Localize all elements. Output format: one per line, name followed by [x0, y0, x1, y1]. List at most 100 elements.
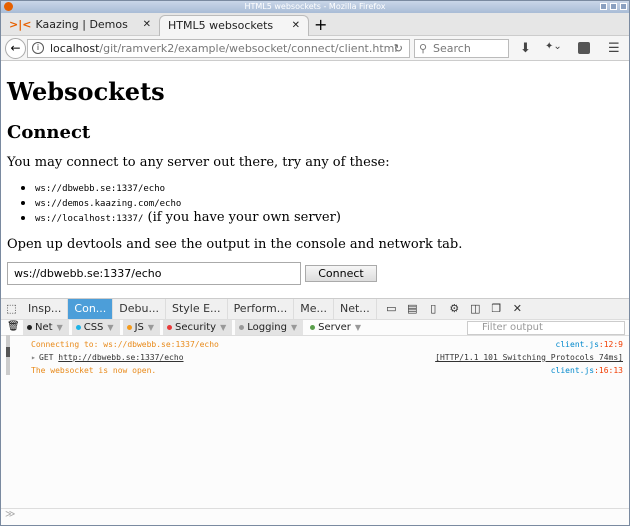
- tab-style-editor[interactable]: Style E...: [166, 299, 228, 319]
- search-input[interactable]: ⚲ Search: [414, 39, 509, 58]
- filter-logging[interactable]: Logging ▼: [235, 320, 304, 335]
- logging-dot-icon: [239, 325, 245, 330]
- tab-console[interactable]: Con...: [68, 299, 114, 319]
- url-bar[interactable]: i localhost/git/ramverk2/example/websocke…: [27, 39, 410, 58]
- new-tab-icon[interactable]: +: [314, 15, 327, 35]
- frame-select-icon[interactable]: ▭: [381, 299, 402, 319]
- server-note: (if you have your own server): [143, 210, 341, 225]
- tab-label: HTML5 websockets: [168, 19, 274, 32]
- expand-arrow-icon[interactable]: ▸: [31, 351, 36, 364]
- filter-label: Server: [318, 322, 351, 333]
- tab-performance[interactable]: Perform...: [228, 299, 295, 319]
- console-filter-bar: 🗑 Net ▼ CSS ▼ JS ▼ Security ▼ Logging ▼ Serve…: [1, 320, 629, 336]
- network-log-entry[interactable]: ▸ GET http://dbwebb.se:1337/echo [HTTP/1.1…: [1, 351, 629, 364]
- filter-output-input[interactable]: Filter output: [467, 321, 625, 335]
- tab-inspector[interactable]: Insp...: [22, 299, 69, 319]
- connect-button[interactable]: Connect: [305, 265, 377, 282]
- page-title: Websockets: [7, 77, 165, 106]
- filter-label: Net: [35, 322, 53, 333]
- chevron-down-icon: ▼: [290, 323, 298, 332]
- search-icon: ⚲: [419, 42, 428, 55]
- log-source-link[interactable]: client.js:16:13: [551, 364, 623, 377]
- maximize-icon[interactable]: [610, 3, 617, 10]
- page-content: Websockets Connect You may connect to an…: [1, 61, 629, 293]
- window-title: HTML5 websockets - Mozilla Firefox: [244, 2, 386, 11]
- log-entry: The websocket is now open. client.js:16:1…: [1, 364, 629, 377]
- firefox-logo-icon: [4, 2, 13, 11]
- tab-label: Kaazing | Demos: [35, 18, 128, 31]
- split-console-icon[interactable]: ▤: [402, 299, 423, 319]
- undock-icon[interactable]: ❐: [486, 299, 507, 319]
- filter-security[interactable]: Security ▼: [163, 320, 233, 335]
- tab-debugger[interactable]: Debu...: [113, 299, 166, 319]
- hint-text: Open up devtools and see the output in t…: [7, 237, 463, 252]
- request-status[interactable]: [HTTP/1.1 101 Switching Protocols 74ms]: [435, 351, 623, 364]
- responsive-mode-icon[interactable]: ▯: [423, 299, 444, 319]
- section-title: Connect: [7, 122, 91, 143]
- nav-bar: ← i localhost/git/ramverk2/example/websoc…: [1, 36, 629, 61]
- devtools-tabs: ⬚ Insp... Con... Debu... Style E... Perf…: [1, 299, 629, 320]
- filter-css[interactable]: CSS ▼: [71, 320, 120, 335]
- extension-icon[interactable]: ✦⌄: [545, 41, 562, 52]
- filter-placeholder: Filter output: [482, 322, 543, 333]
- log-message: The websocket is now open.: [31, 366, 157, 375]
- server-list: ws://dbwebb.se:1337/echo ws://demos.kaaz…: [35, 180, 623, 225]
- filter-label: Logging: [247, 322, 287, 333]
- server-dot-icon: [310, 325, 316, 330]
- filter-label: CSS: [83, 322, 104, 333]
- css-dot-icon: [75, 325, 81, 330]
- close-window-icon[interactable]: [620, 3, 627, 10]
- url-host: localhost: [50, 42, 100, 55]
- server-url: ws://demos.kaazing.com/echo: [35, 199, 182, 209]
- kaazing-favicon-icon: >|<: [9, 18, 32, 31]
- log-source-link[interactable]: client.js:12:9: [556, 338, 623, 351]
- log-message: Connecting to: ws://dbwebb.se:1337/echo: [31, 340, 219, 349]
- security-dot-icon: [167, 325, 173, 330]
- list-item: ws://localhost:1337/ (if you have your o…: [35, 210, 623, 225]
- list-item: ws://dbwebb.se:1337/echo: [35, 180, 623, 195]
- dock-side-icon[interactable]: ◫: [465, 299, 486, 319]
- filter-net[interactable]: Net ▼: [23, 320, 69, 335]
- filter-label: JS: [134, 322, 144, 333]
- filter-label: Security: [175, 322, 217, 333]
- filter-server[interactable]: Server ▼: [306, 320, 367, 335]
- gear-icon[interactable]: ⚙: [444, 299, 465, 319]
- prompt-icon: ≫: [5, 509, 16, 520]
- chevron-down-icon: ▼: [107, 323, 114, 332]
- close-tab-icon[interactable]: ✕: [143, 15, 151, 35]
- devtools-panel: ⬚ Insp... Con... Debu... Style E... Perf…: [1, 298, 629, 525]
- minimize-icon[interactable]: [600, 3, 607, 10]
- console-output: Connecting to: ws://dbwebb.se:1337/echo c…: [1, 336, 629, 377]
- chevron-down-icon: ▼: [147, 323, 155, 332]
- tab-bar: >|< Kaazing | Demos ✕ HTML5 websockets ✕ +: [1, 13, 629, 36]
- intro-text: You may connect to any server out there,…: [7, 155, 390, 170]
- js-dot-icon: [126, 325, 132, 330]
- chevron-down-icon: ▼: [354, 323, 362, 332]
- back-button[interactable]: ←: [5, 38, 26, 59]
- url-path: /git/ramverk2/example/websocket/connect/…: [99, 42, 398, 55]
- close-devtools-icon[interactable]: ✕: [507, 299, 528, 319]
- list-item: ws://demos.kaazing.com/echo: [35, 195, 623, 210]
- net-dot-icon: [27, 325, 32, 330]
- pick-element-icon[interactable]: ⬚: [1, 299, 22, 319]
- server-url: ws://localhost:1337/: [35, 214, 144, 224]
- devtools-icon[interactable]: [578, 42, 590, 54]
- log-entry: Connecting to: ws://dbwebb.se:1337/echo c…: [1, 338, 629, 351]
- server-url-input[interactable]: ws://dbwebb.se:1337/echo: [7, 262, 301, 285]
- info-icon[interactable]: i: [32, 42, 44, 54]
- chevron-down-icon: ▼: [220, 323, 227, 332]
- reload-icon[interactable]: ↻: [394, 40, 403, 57]
- server-url: ws://dbwebb.se:1337/echo: [35, 184, 166, 194]
- tab-network[interactable]: Net...: [334, 299, 377, 319]
- request-url[interactable]: http://dbwebb.se:1337/echo: [58, 353, 183, 362]
- trash-icon[interactable]: 🗑: [7, 321, 20, 332]
- filter-js[interactable]: JS ▼: [122, 320, 161, 335]
- download-icon[interactable]: ⬇: [520, 41, 531, 56]
- tab-memory[interactable]: Me...: [294, 299, 334, 319]
- close-tab-icon[interactable]: ✕: [292, 16, 300, 36]
- tab-websockets[interactable]: HTML5 websockets ✕: [159, 15, 309, 36]
- menu-icon[interactable]: ☰: [608, 41, 620, 56]
- tab-kaazing[interactable]: >|< Kaazing | Demos ✕: [1, 15, 159, 36]
- window-titlebar: HTML5 websockets - Mozilla Firefox: [1, 1, 629, 13]
- console-input[interactable]: ≫: [1, 508, 629, 522]
